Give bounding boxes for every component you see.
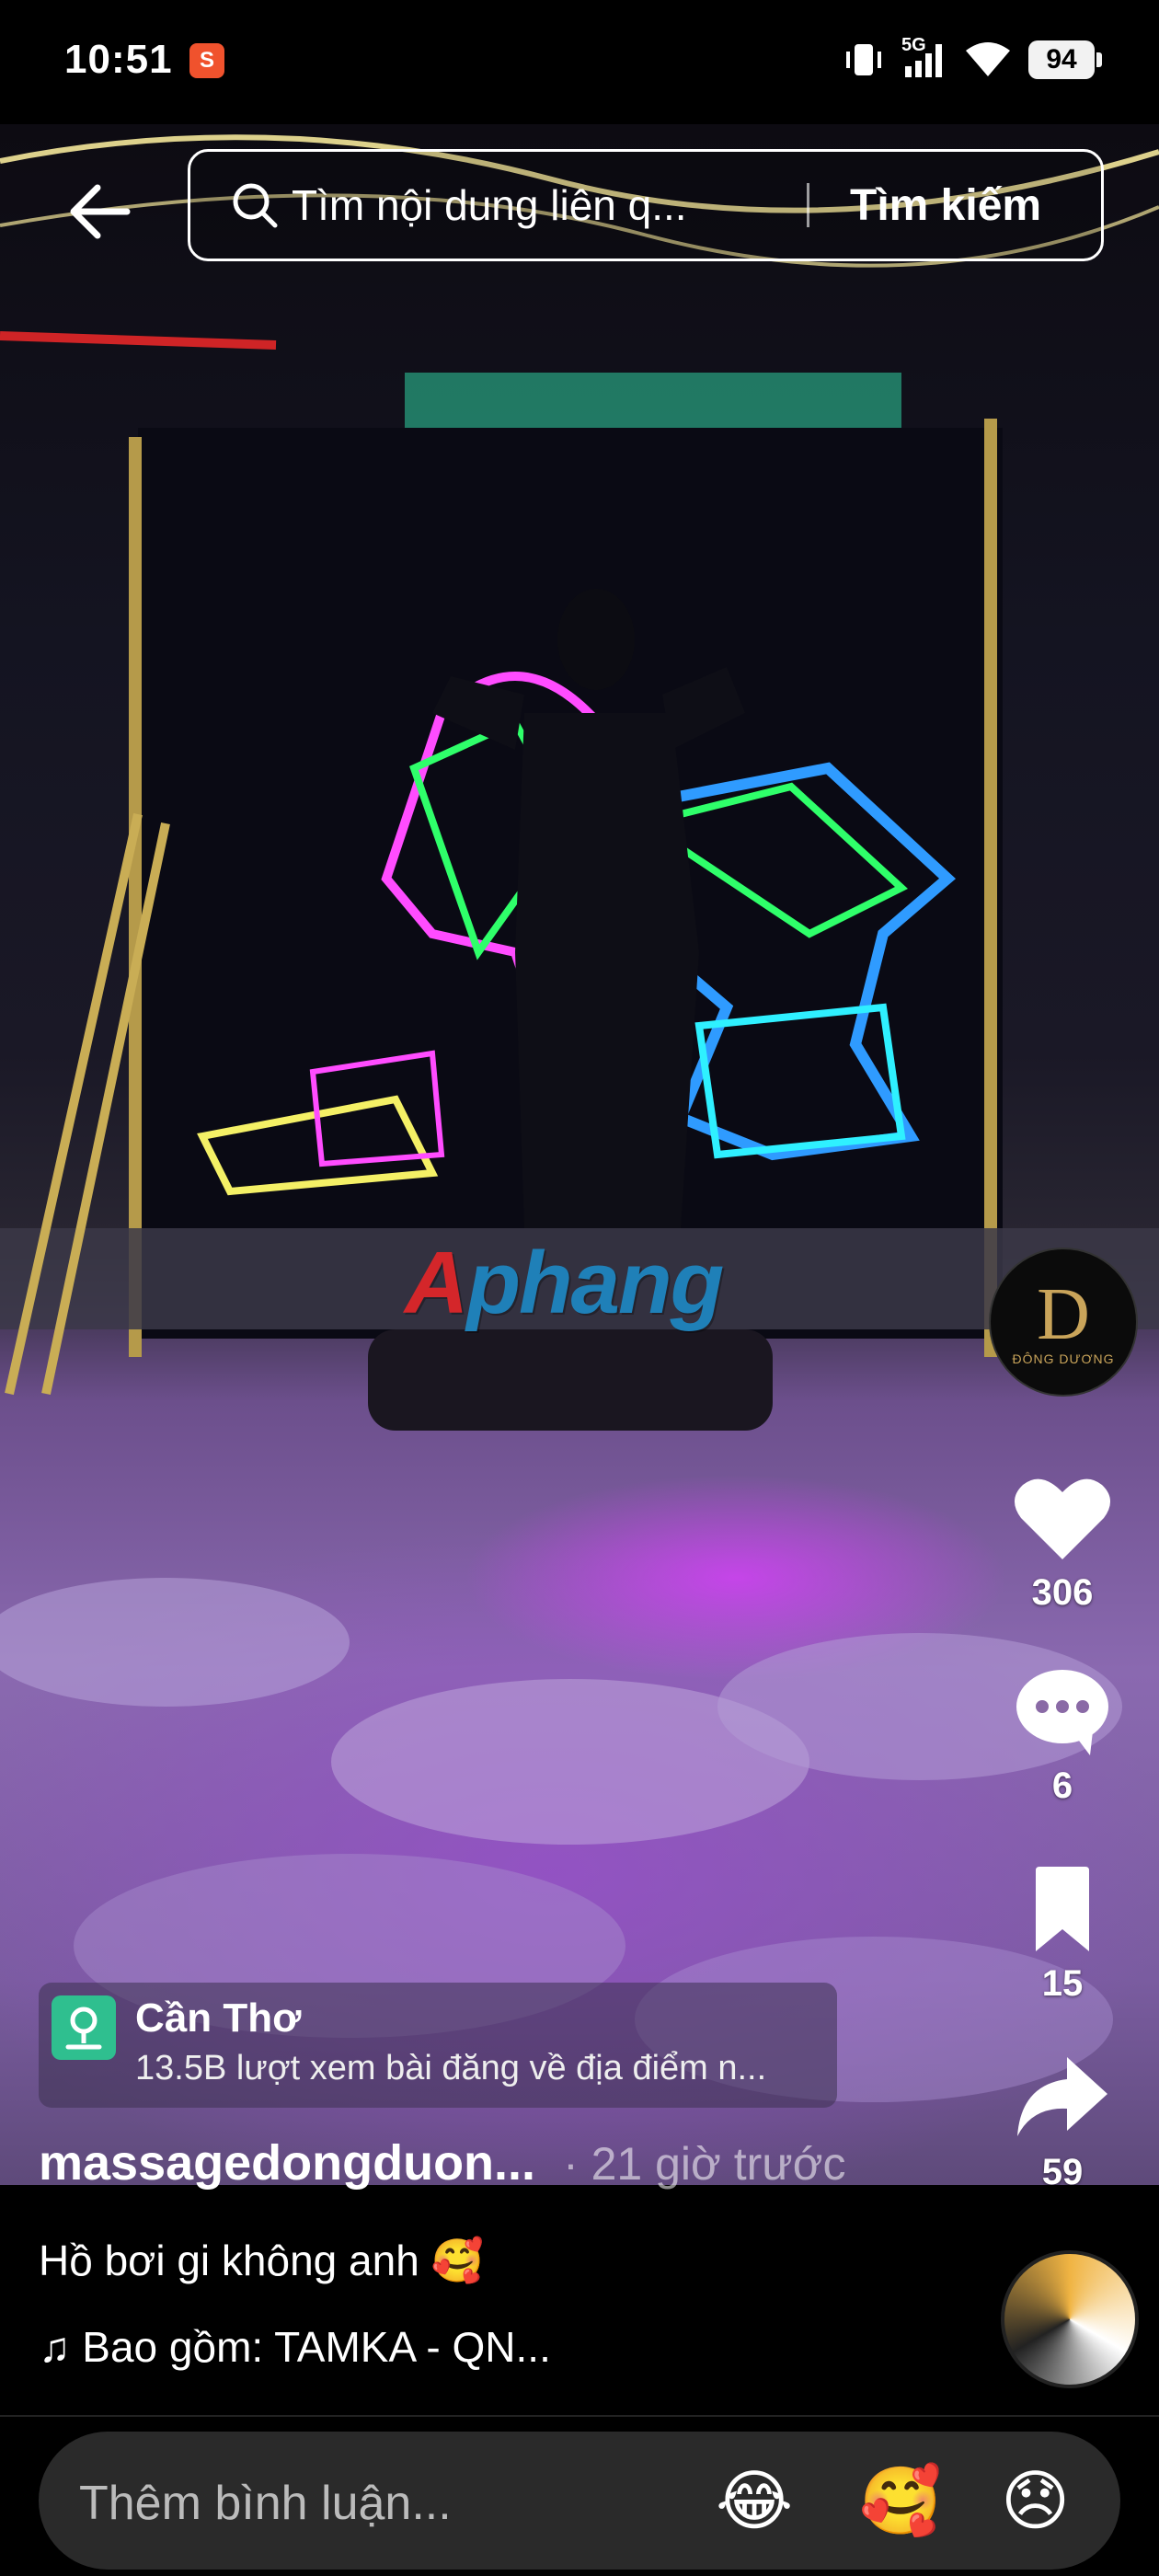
- battery-indicator: 94: [1028, 40, 1102, 79]
- location-views: 13.5B lượt xem bài đăng về địa điểm n...: [135, 2049, 767, 2087]
- post-author-row[interactable]: massagedongduon... · 21 giờ trước: [39, 2134, 846, 2191]
- save-count: 15: [1041, 1963, 1084, 2004]
- creator-avatar[interactable]: D ĐÔNG DƯƠNG: [989, 1248, 1138, 1397]
- status-time: 10:51: [64, 37, 173, 82]
- laughing-emoji-icon[interactable]: 😂: [716, 2468, 793, 2535]
- music-disc-icon[interactable]: [1001, 2250, 1139, 2388]
- video-player[interactable]: [0, 124, 1159, 2185]
- back-arrow-icon[interactable]: [64, 175, 138, 248]
- location-chip[interactable]: Cần Thơ 13.5B lượt xem bài đăng về địa đ…: [39, 1983, 837, 2108]
- avatar-monogram: D: [1037, 1274, 1090, 1355]
- music-info[interactable]: ♫ Bao gồm: TAMKA - QN...: [39, 2322, 551, 2372]
- post-description: Hồ bơi gi không anh 🥰: [39, 2237, 484, 2284]
- search-button[interactable]: Tìm kiếm: [850, 180, 1041, 231]
- watermark-letter: A: [405, 1234, 468, 1332]
- wifi-icon: [966, 42, 1010, 76]
- post-time: · 21 giờ trước: [563, 2138, 846, 2190]
- divider: [0, 2415, 1159, 2417]
- save-button[interactable]: 15: [1003, 1863, 1122, 2005]
- like-count: 306: [1031, 1572, 1094, 1613]
- location-pin-icon: [52, 1995, 116, 2060]
- share-arrow-icon: [1017, 2057, 1107, 2136]
- video-scene: [0, 134, 1159, 2102]
- comment-button[interactable]: 6: [1003, 1665, 1122, 1807]
- status-icons: 5G 94: [843, 35, 1102, 81]
- like-button[interactable]: 306: [1003, 1472, 1122, 1614]
- username[interactable]: massagedongduon...: [39, 2135, 535, 2191]
- comment-bar[interactable]: Thêm bình luận... 😂 🥰 😞: [39, 2432, 1120, 2570]
- location-name: Cần Thơ: [135, 1995, 302, 2041]
- bookmark-icon: [1036, 1867, 1089, 1951]
- caption-panel: [0, 2185, 1159, 2415]
- heart-icon: [1014, 1478, 1111, 1559]
- search-icon: [233, 183, 278, 228]
- share-button[interactable]: 59: [1003, 2052, 1122, 2193]
- comment-count: 6: [1051, 1765, 1073, 1806]
- status-bar: 10:51 S 5G 94: [0, 0, 1159, 124]
- avatar-subtitle: ĐÔNG DƯƠNG: [1012, 1351, 1115, 1366]
- search-divider: [807, 183, 809, 227]
- vibrate-icon: [846, 44, 881, 75]
- hearts-emoji-icon[interactable]: 🥰: [859, 2468, 942, 2535]
- video-watermark: Aphang: [405, 1233, 724, 1334]
- shop-notification-icon: S: [189, 43, 224, 78]
- signal-5g-icon: 5G: [901, 35, 947, 81]
- sad-emoji-icon[interactable]: 😞: [1001, 2468, 1070, 2535]
- search-bar[interactable]: Tìm nội dung liên q... Tìm kiếm: [188, 149, 1104, 261]
- comment-input[interactable]: Thêm bình luận...: [79, 2476, 452, 2531]
- comment-icon: [1016, 1670, 1108, 1755]
- search-input[interactable]: Tìm nội dung liên q...: [292, 180, 770, 230]
- watermark-text: phang: [466, 1234, 724, 1332]
